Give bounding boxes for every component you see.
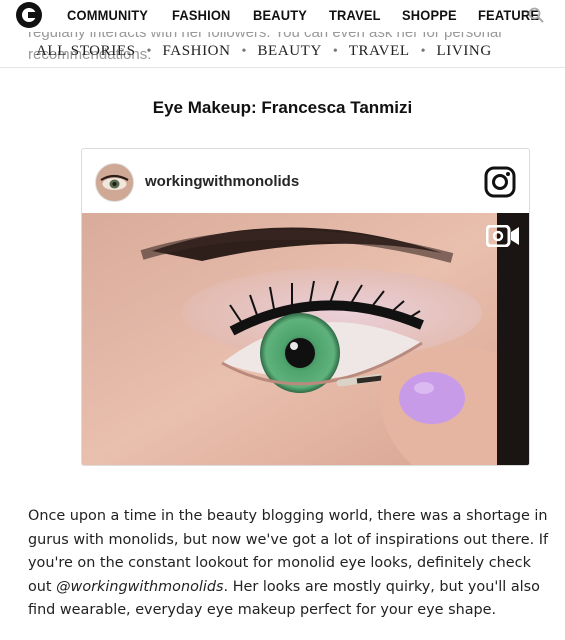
video-camera-icon	[486, 225, 519, 247]
instagram-header: workingwithmonolids	[82, 149, 529, 213]
subnav-separator: •	[420, 43, 426, 59]
section-heading: Eye Makeup: Francesca Tanmizi	[152, 98, 413, 117]
instagram-icon[interactable]	[484, 166, 516, 198]
sub-navigation: ALL STORIES • FASHION • BEAUTY • TRAVEL …	[0, 38, 565, 67]
subnav-beauty[interactable]: BEAUTY	[257, 43, 321, 60]
site-logo[interactable]	[16, 2, 42, 28]
article-paragraph: Once upon a time in the beauty blogging …	[28, 505, 558, 623]
instagram-handle-link[interactable]: @workingwithmonolids	[56, 579, 223, 595]
nav-item-travel[interactable]: TRAVEL	[329, 7, 381, 23]
subnav-fashion[interactable]: FASHION	[162, 43, 230, 60]
subnav-travel[interactable]: TRAVEL	[349, 43, 410, 60]
subnav-living[interactable]: LIVING	[437, 43, 492, 60]
subnav-separator: •	[146, 43, 152, 59]
subnav-divider	[0, 67, 565, 68]
nav-item-fashion[interactable]: FASHION	[172, 7, 231, 23]
nav-item-shoppe[interactable]: SHOPPE	[402, 7, 457, 23]
subnav-all-stories[interactable]: ALL STORIES	[36, 43, 136, 60]
eye-makeup-photo	[82, 213, 529, 465]
instagram-embed[interactable]: workingwithmonolids	[81, 148, 530, 466]
main-nav: COMMUNITY FASHION BEAUTY TRAVEL SHOPPE F…	[67, 7, 562, 23]
search-icon[interactable]	[528, 7, 544, 23]
top-navigation-bar: COMMUNITY FASHION BEAUTY TRAVEL SHOPPE F…	[0, 0, 565, 32]
instagram-video-thumbnail[interactable]	[82, 213, 529, 465]
subnav-separator: •	[332, 43, 338, 59]
nav-item-beauty[interactable]: BEAUTY	[253, 7, 307, 23]
instagram-username[interactable]: workingwithmonolids	[145, 173, 299, 190]
avatar[interactable]	[95, 163, 134, 202]
nav-item-community[interactable]: COMMUNITY	[67, 7, 148, 23]
subnav-separator: •	[241, 43, 247, 59]
